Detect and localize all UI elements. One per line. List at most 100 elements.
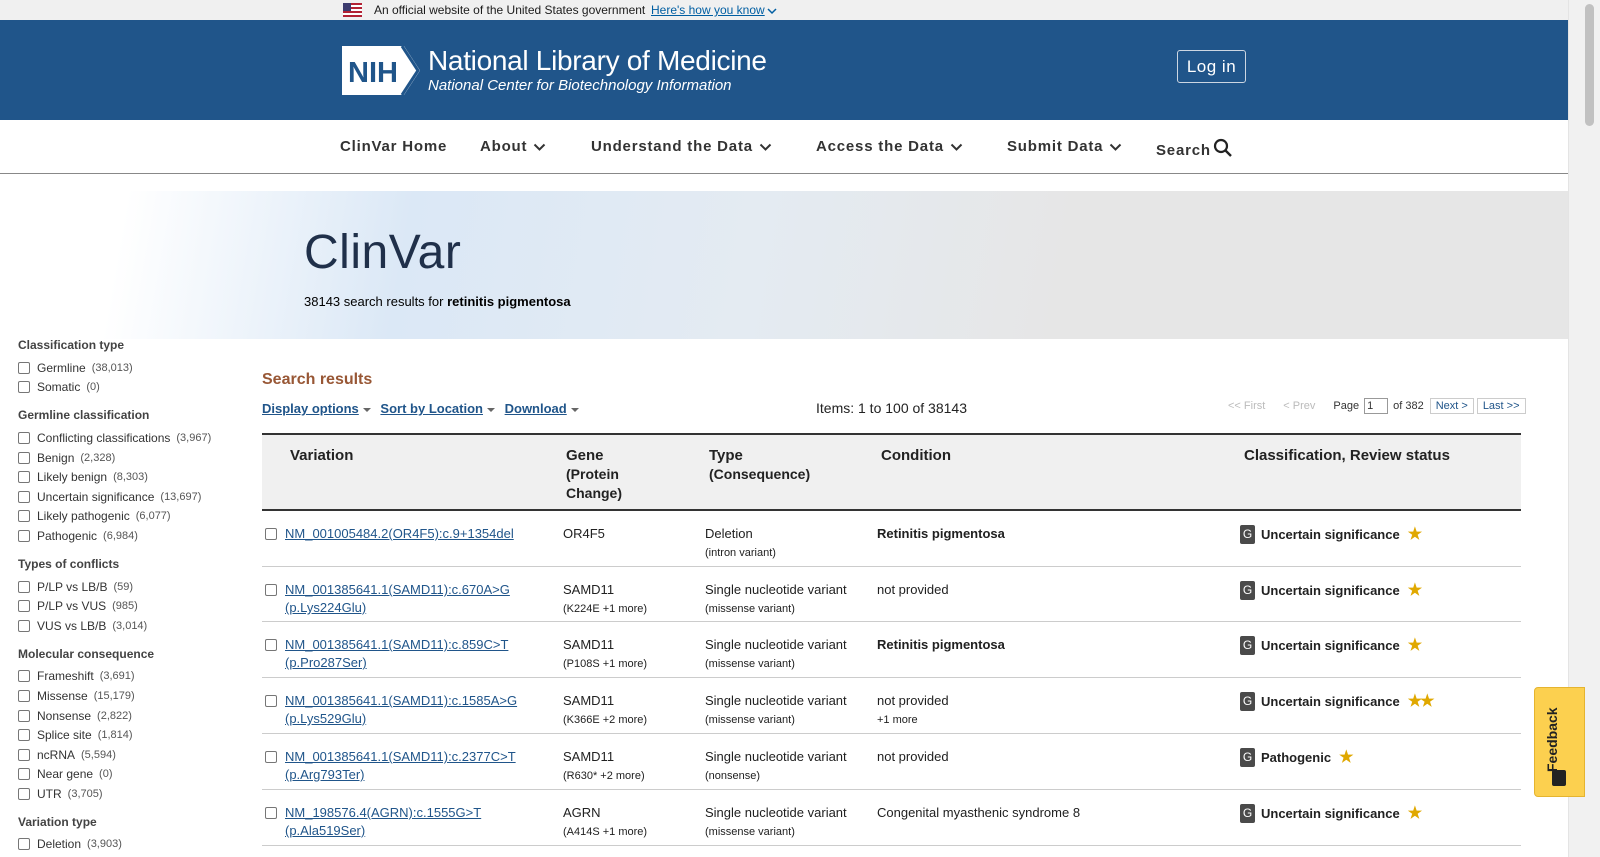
facet-checkbox[interactable] xyxy=(18,361,30,374)
facet-item[interactable]: Deletion (3,903) xyxy=(18,835,238,855)
variation-link[interactable]: NM_001385641.1(SAMD11):c.859C>T (p.Pro28… xyxy=(285,636,535,672)
nav-clinvar-home[interactable]: ClinVar Home xyxy=(340,138,447,155)
facet-item[interactable]: Uncertain significance (13,697) xyxy=(18,487,238,507)
col-classification[interactable]: Classification, Review status xyxy=(1244,446,1450,465)
facet-checkbox[interactable] xyxy=(18,510,30,523)
facet-item[interactable]: Germline (38,013) xyxy=(18,358,238,378)
gene-symbol: SAMD11 xyxy=(563,749,615,764)
facet-label: P/LP vs VUS xyxy=(37,599,107,614)
classification-cell: G Uncertain significance ★ xyxy=(1240,581,1422,600)
gene-symbol: SAMD11 xyxy=(563,693,615,708)
facet-item[interactable]: Frameshift (3,691) xyxy=(18,667,238,687)
facet-checkbox[interactable] xyxy=(18,729,30,742)
nav-submit-data[interactable]: Submit Data xyxy=(1007,138,1122,155)
facet-item[interactable]: Splice site (1,814) xyxy=(18,725,238,745)
facet-checkbox[interactable] xyxy=(18,600,30,613)
facet-item[interactable]: Missense (15,179) xyxy=(18,686,238,706)
col-gene[interactable]: Gene (Protein Change) xyxy=(566,446,622,503)
facet-group-title: Molecular consequence xyxy=(18,646,155,661)
type-cell: Single nucleotide variant (missense varia… xyxy=(705,581,847,618)
variation-link[interactable]: NM_001385641.1(SAMD11):c.670A>G (p.Lys22… xyxy=(285,581,535,617)
facet-label: ncRNA xyxy=(37,747,76,762)
row-checkbox[interactable] xyxy=(265,639,277,651)
variation-link[interactable]: NM_001385641.1(SAMD11):c.1585A>G (p.Lys5… xyxy=(285,692,535,728)
type-cell: Deletion (intron variant) xyxy=(705,525,776,562)
facet-checkbox[interactable] xyxy=(18,580,30,593)
classification-cell: G Uncertain significance ★ xyxy=(1240,636,1422,655)
row-checkbox[interactable] xyxy=(265,807,277,819)
library-title[interactable]: National Library of Medicine xyxy=(428,45,767,77)
gene-cell: SAMD11 (K366E +2 more) xyxy=(563,692,647,729)
facet-checkbox[interactable] xyxy=(18,381,30,394)
facet-item[interactable]: Conflicting classifications (3,967) xyxy=(18,428,238,448)
facet-item[interactable]: P/LP vs VUS (985) xyxy=(18,596,238,616)
nav-about[interactable]: About xyxy=(480,138,546,155)
page-total: of 382 xyxy=(1393,400,1424,412)
display-options-menu[interactable]: Display options xyxy=(262,401,371,416)
variation-link[interactable]: NM_001005484.2(OR4F5):c.9+1354del xyxy=(285,525,535,543)
row-checkbox[interactable] xyxy=(265,584,277,596)
facet-item[interactable]: UTR (3,705) xyxy=(18,784,238,804)
condition-more-link[interactable]: +1 more xyxy=(877,714,918,726)
row-checkbox[interactable] xyxy=(265,695,277,707)
next-page-button[interactable]: Next > xyxy=(1429,398,1474,414)
facet-checkbox[interactable] xyxy=(18,670,30,683)
facet-item[interactable]: Pathogenic (6,984) xyxy=(18,526,238,546)
facet-item[interactable]: VUS vs LB/B (3,014) xyxy=(18,616,238,636)
variation-link[interactable]: NM_198576.4(AGRN):c.1555G>T (p.Ala519Ser… xyxy=(285,804,535,840)
facet-checkbox[interactable] xyxy=(18,490,30,503)
facet-count: (59) xyxy=(113,580,134,593)
facet-item[interactable]: Benign (2,328) xyxy=(18,448,238,468)
login-button[interactable]: Log in xyxy=(1177,50,1246,83)
nav-understand-the-data[interactable]: Understand the Data xyxy=(591,138,772,155)
last-page-button[interactable]: Last >> xyxy=(1476,398,1526,414)
heres-how-you-know-link[interactable]: Here's how you know xyxy=(651,3,777,17)
table-header: Variation Gene (Protein Change) Type (Conse… xyxy=(262,433,1521,511)
row-checkbox[interactable] xyxy=(265,528,277,540)
scrollbar-thumb[interactable] xyxy=(1585,4,1594,126)
facet-count: (2,328) xyxy=(80,451,116,464)
caret-down-icon xyxy=(486,407,495,412)
facet-checkbox[interactable] xyxy=(18,451,30,464)
facet-item[interactable]: ncRNA (5,594) xyxy=(18,745,238,765)
facet-item[interactable]: P/LP vs LB/B (59) xyxy=(18,577,238,597)
sort-menu[interactable]: Sort by Location xyxy=(380,401,495,416)
feedback-button[interactable]: Feedback xyxy=(1534,687,1585,797)
facet-checkbox[interactable] xyxy=(18,838,30,851)
nav-access-the-data[interactable]: Access the Data xyxy=(816,138,963,155)
col-variation[interactable]: Variation xyxy=(290,446,353,465)
facet-checkbox[interactable] xyxy=(18,529,30,542)
results-summary: 38143 search results for retinitis pigme… xyxy=(304,294,571,309)
facet-item[interactable]: Near gene (0) xyxy=(18,765,238,785)
page-number-input[interactable]: 1 xyxy=(1364,398,1389,414)
gov-banner: An official website of the United States… xyxy=(0,0,1568,20)
col-type[interactable]: Type (Consequence) xyxy=(709,446,810,484)
row-checkbox[interactable] xyxy=(265,751,277,763)
facet-checkbox[interactable] xyxy=(18,689,30,702)
condition-cell: not provided xyxy=(877,582,949,597)
facet-item[interactable]: Nonsense (2,822) xyxy=(18,706,238,726)
facet-checkbox[interactable] xyxy=(18,748,30,761)
facet-item[interactable]: Somatic (0) xyxy=(18,378,238,398)
nav-search[interactable]: Search xyxy=(1156,138,1233,159)
download-menu[interactable]: Download xyxy=(505,401,579,416)
variation-link[interactable]: NM_001385641.1(SAMD11):c.2377C>T (p.Arg7… xyxy=(285,748,535,784)
facet-checkbox[interactable] xyxy=(18,431,30,444)
facet-checkbox[interactable] xyxy=(18,768,30,781)
facet-checkbox[interactable] xyxy=(18,787,30,800)
facet-group-title: Variation type xyxy=(18,814,97,829)
facet-checkbox[interactable] xyxy=(18,471,30,484)
facet-checkbox[interactable] xyxy=(18,619,30,632)
facet-checkbox[interactable] xyxy=(18,709,30,722)
gene-cell: SAMD11 (K224E +1 more) xyxy=(563,581,647,618)
facet-group-title: Classification type xyxy=(18,338,125,352)
page-label: Page xyxy=(1333,400,1360,412)
facet-item[interactable]: Likely benign (8,303) xyxy=(18,467,238,487)
sort-label: Sort by Location xyxy=(380,401,483,416)
facet-label: UTR xyxy=(37,786,62,801)
facet-item[interactable]: Likely pathogenic (6,077) xyxy=(18,507,238,527)
facet-group-title: Types of conflicts xyxy=(18,556,120,571)
col-condition[interactable]: Condition xyxy=(881,446,951,465)
site-header: NIH National Library of Medicine Nationa… xyxy=(0,20,1568,120)
nih-logo[interactable]: NIH xyxy=(342,46,420,95)
